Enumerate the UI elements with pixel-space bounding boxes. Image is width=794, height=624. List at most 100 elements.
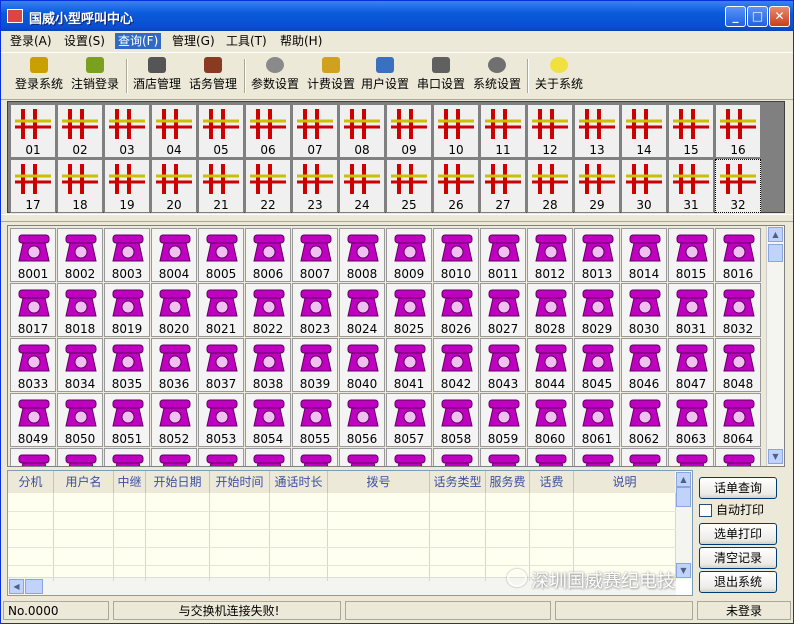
column-header[interactable]: 通话时长 [270,471,328,493]
extension-cell[interactable]: 8029 [574,283,620,337]
scroll-thumb[interactable] [768,244,783,262]
extension-cell[interactable]: 8002 [57,228,103,282]
scroll-left-arrow-icon[interactable]: ◀ [9,579,24,594]
trunk-cell[interactable]: 11 [480,104,526,158]
login-system-button[interactable]: 登录系统 [13,57,65,97]
extension-cell[interactable]: 8023 [292,283,338,337]
extension-cell[interactable]: 8019 [104,283,150,337]
extension-cell[interactable]: 8061 [574,393,620,447]
scroll-thumb[interactable] [25,579,43,594]
scroll-down-arrow-icon[interactable]: ▼ [676,563,691,578]
extension-cell-partial[interactable] [104,448,150,466]
auto-print-checkbox[interactable]: 自动打印 [699,501,764,519]
extension-cell[interactable]: 8025 [386,283,432,337]
extension-cell-partial[interactable] [621,448,667,466]
extension-cell[interactable]: 8020 [151,283,197,337]
trunk-cell[interactable]: 15 [668,104,714,158]
extension-cell[interactable]: 8030 [621,283,667,337]
column-header[interactable]: 说明 [574,471,676,493]
extension-cell[interactable]: 8044 [527,338,573,392]
extension-cell[interactable]: 8007 [292,228,338,282]
trunk-cell[interactable]: 02 [57,104,103,158]
trunk-cell[interactable]: 32 [715,159,761,213]
column-header[interactable]: 中继 [114,471,146,493]
column-header[interactable]: 用户名 [54,471,114,493]
menu-tools[interactable]: 工具(T) [223,33,270,49]
billing-settings-button[interactable]: 计费设置 [305,57,357,97]
trunk-cell[interactable]: 25 [386,159,432,213]
extension-cell-partial[interactable] [386,448,432,466]
hotel-manage-button[interactable]: 酒店管理 [131,57,183,97]
extension-cell[interactable]: 8033 [10,338,56,392]
clear-records-button[interactable]: 清空记录 [699,547,777,569]
menu-help[interactable]: 帮助(H) [277,33,325,49]
extension-cell[interactable]: 8009 [386,228,432,282]
extension-cell[interactable]: 8050 [57,393,103,447]
extension-cell-partial[interactable] [10,448,56,466]
trunk-cell[interactable]: 04 [151,104,197,158]
menu-query[interactable]: 查询(F) [115,33,162,49]
extension-cell[interactable]: 8036 [151,338,197,392]
title-bar[interactable]: 国威小型呼叫中心 _ □ ✕ [1,1,793,31]
logout-button[interactable]: 注销登录 [69,57,121,97]
extension-cell[interactable]: 8049 [10,393,56,447]
extension-cell[interactable]: 8051 [104,393,150,447]
extension-scrollbar[interactable]: ▲ ▼ [766,226,784,466]
extension-cell[interactable]: 8052 [151,393,197,447]
menu-manage[interactable]: 管理(G) [169,33,218,49]
trunk-cell[interactable]: 17 [10,159,56,213]
call-manage-button[interactable]: 话务管理 [187,57,239,97]
trunk-cell[interactable]: 14 [621,104,667,158]
extension-cell[interactable]: 8011 [480,228,526,282]
extension-cell[interactable]: 8037 [198,338,244,392]
system-settings-button[interactable]: 系统设置 [471,57,523,97]
extension-cell-partial[interactable] [245,448,291,466]
extension-cell[interactable]: 8004 [151,228,197,282]
extension-cell[interactable]: 8016 [715,228,761,282]
extension-cell[interactable]: 8028 [527,283,573,337]
query-records-button[interactable]: 话单查询 [699,477,777,499]
scroll-down-arrow-icon[interactable]: ▼ [768,449,783,464]
about-system-button[interactable]: 关于系统 [533,57,585,97]
extension-cell-partial[interactable] [480,448,526,466]
extension-cell[interactable]: 8005 [198,228,244,282]
checkbox-box[interactable] [699,504,712,517]
trunk-cell[interactable]: 19 [104,159,150,213]
extension-cell[interactable]: 8017 [10,283,56,337]
trunk-cell[interactable]: 06 [245,104,291,158]
extension-cell[interactable]: 8047 [668,338,714,392]
scroll-up-arrow-icon[interactable]: ▲ [768,227,783,242]
select-print-button[interactable]: 选单打印 [699,523,777,545]
scroll-thumb[interactable] [676,487,691,507]
trunk-cell[interactable]: 30 [621,159,667,213]
user-settings-button[interactable]: 用户设置 [359,57,411,97]
extension-cell[interactable]: 8018 [57,283,103,337]
extension-cell-partial[interactable] [715,448,761,466]
trunk-cell[interactable]: 21 [198,159,244,213]
extension-cell[interactable]: 8003 [104,228,150,282]
extension-cell-partial[interactable] [57,448,103,466]
extension-cell[interactable]: 8039 [292,338,338,392]
extension-cell-partial[interactable] [433,448,479,466]
column-header[interactable]: 话务类型 [430,471,486,493]
trunk-cell[interactable]: 05 [198,104,244,158]
close-button[interactable]: ✕ [769,6,790,27]
extension-cell[interactable]: 8006 [245,228,291,282]
extension-cell[interactable]: 8059 [480,393,526,447]
extension-cell-partial[interactable] [339,448,385,466]
trunk-cell[interactable]: 24 [339,159,385,213]
extension-cell[interactable]: 8008 [339,228,385,282]
maximize-button[interactable]: □ [747,6,768,27]
trunk-cell[interactable]: 08 [339,104,385,158]
extension-cell[interactable]: 8055 [292,393,338,447]
trunk-cell[interactable]: 09 [386,104,432,158]
trunk-cell[interactable]: 28 [527,159,573,213]
extension-cell[interactable]: 8010 [433,228,479,282]
extension-cell[interactable]: 8014 [621,228,667,282]
panel-splitter[interactable] [1,214,793,222]
extension-cell[interactable]: 8046 [621,338,667,392]
trunk-cell[interactable]: 18 [57,159,103,213]
extension-cell[interactable]: 8026 [433,283,479,337]
extension-cell-partial[interactable] [668,448,714,466]
extension-cell[interactable]: 8058 [433,393,479,447]
